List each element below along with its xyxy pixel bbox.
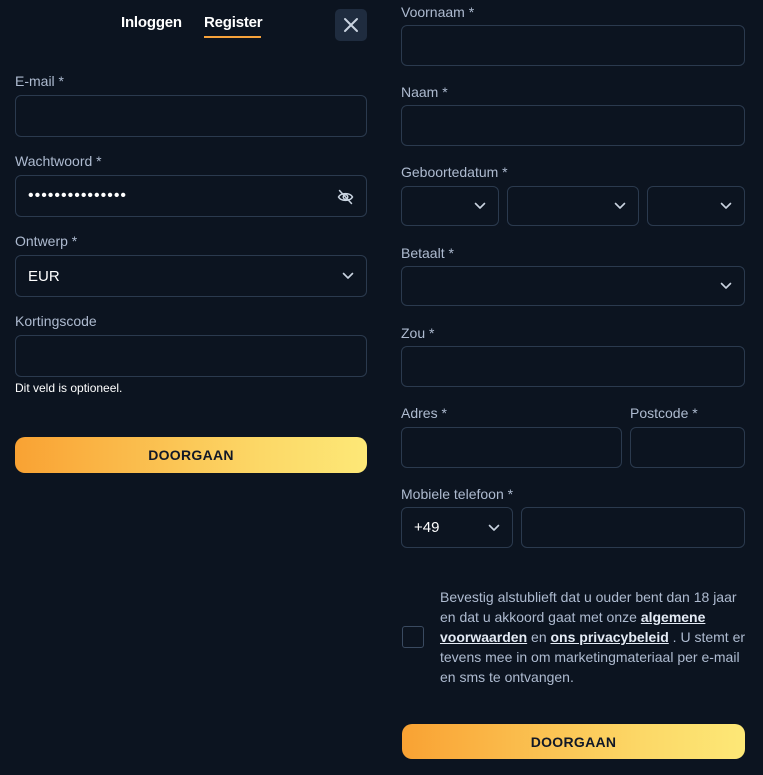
close-button[interactable] xyxy=(335,9,367,41)
city-label: Zou * xyxy=(401,325,435,341)
currency-label: Ontwerp * xyxy=(15,233,78,249)
chevron-down-icon xyxy=(342,272,354,279)
chevron-down-icon xyxy=(474,202,486,209)
chevron-down-icon xyxy=(614,202,626,209)
firstname-field-wrapper xyxy=(401,25,745,66)
birthdate-label: Geboortedatum * xyxy=(401,164,508,180)
phone-label: Mobiele telefoon * xyxy=(401,486,514,502)
email-label: E-mail * xyxy=(15,73,65,89)
birth-month-select[interactable] xyxy=(507,186,639,226)
lastname-label: Naam * xyxy=(401,84,448,100)
currency-value: EUR xyxy=(28,267,60,285)
consent-checkbox[interactable] xyxy=(402,626,424,648)
phone-field-wrapper xyxy=(521,507,745,548)
close-icon xyxy=(344,18,358,32)
tab-login[interactable]: Inloggen xyxy=(121,14,182,31)
promo-code-field[interactable] xyxy=(16,336,366,376)
promo-hint: Dit veld is optioneel. xyxy=(15,381,123,395)
privacy-link[interactable]: ons privacybeleid xyxy=(551,629,669,645)
email-field[interactable] xyxy=(16,96,366,136)
password-field-wrapper xyxy=(15,175,367,217)
continue-button-right[interactable]: DOORGAAN xyxy=(402,724,745,759)
address-field-wrapper xyxy=(401,427,622,468)
phone-prefix-select[interactable]: +49 xyxy=(401,507,513,548)
postcode-field-wrapper xyxy=(630,427,745,468)
chevron-down-icon xyxy=(720,282,732,289)
chevron-down-icon xyxy=(720,202,732,209)
password-field[interactable] xyxy=(16,176,366,216)
promo-label: Kortingscode xyxy=(15,313,97,329)
address-field[interactable] xyxy=(402,428,621,467)
country-label: Betaalt * xyxy=(401,245,454,261)
firstname-field[interactable] xyxy=(402,26,744,65)
firstname-label: Voornaam * xyxy=(401,4,475,20)
phone-number-field[interactable] xyxy=(522,508,744,547)
phone-prefix-value: +49 xyxy=(414,519,440,536)
consent-text-part-2: en xyxy=(531,629,547,645)
country-select[interactable] xyxy=(401,266,745,306)
city-field-wrapper xyxy=(401,346,745,387)
postcode-field[interactable] xyxy=(631,428,744,467)
birth-year-select[interactable] xyxy=(647,186,745,226)
tab-active-underline xyxy=(204,36,261,38)
tab-register[interactable]: Register xyxy=(204,14,263,31)
eye-off-icon[interactable] xyxy=(337,189,354,205)
address-label: Adres * xyxy=(401,405,447,421)
consent-text: Bevestig alstublieft dat u ouder bent da… xyxy=(440,587,750,687)
lastname-field-wrapper xyxy=(401,105,745,146)
promo-field-wrapper xyxy=(15,335,367,377)
currency-select[interactable]: EUR xyxy=(15,255,367,297)
email-field-wrapper xyxy=(15,95,367,137)
password-label: Wachtwoord * xyxy=(15,153,102,169)
continue-button-left[interactable]: DOORGAAN xyxy=(15,437,367,473)
lastname-field[interactable] xyxy=(402,106,744,145)
birth-day-select[interactable] xyxy=(401,186,499,226)
chevron-down-icon xyxy=(488,524,500,531)
postcode-label: Postcode * xyxy=(630,405,698,421)
city-field[interactable] xyxy=(402,347,744,386)
